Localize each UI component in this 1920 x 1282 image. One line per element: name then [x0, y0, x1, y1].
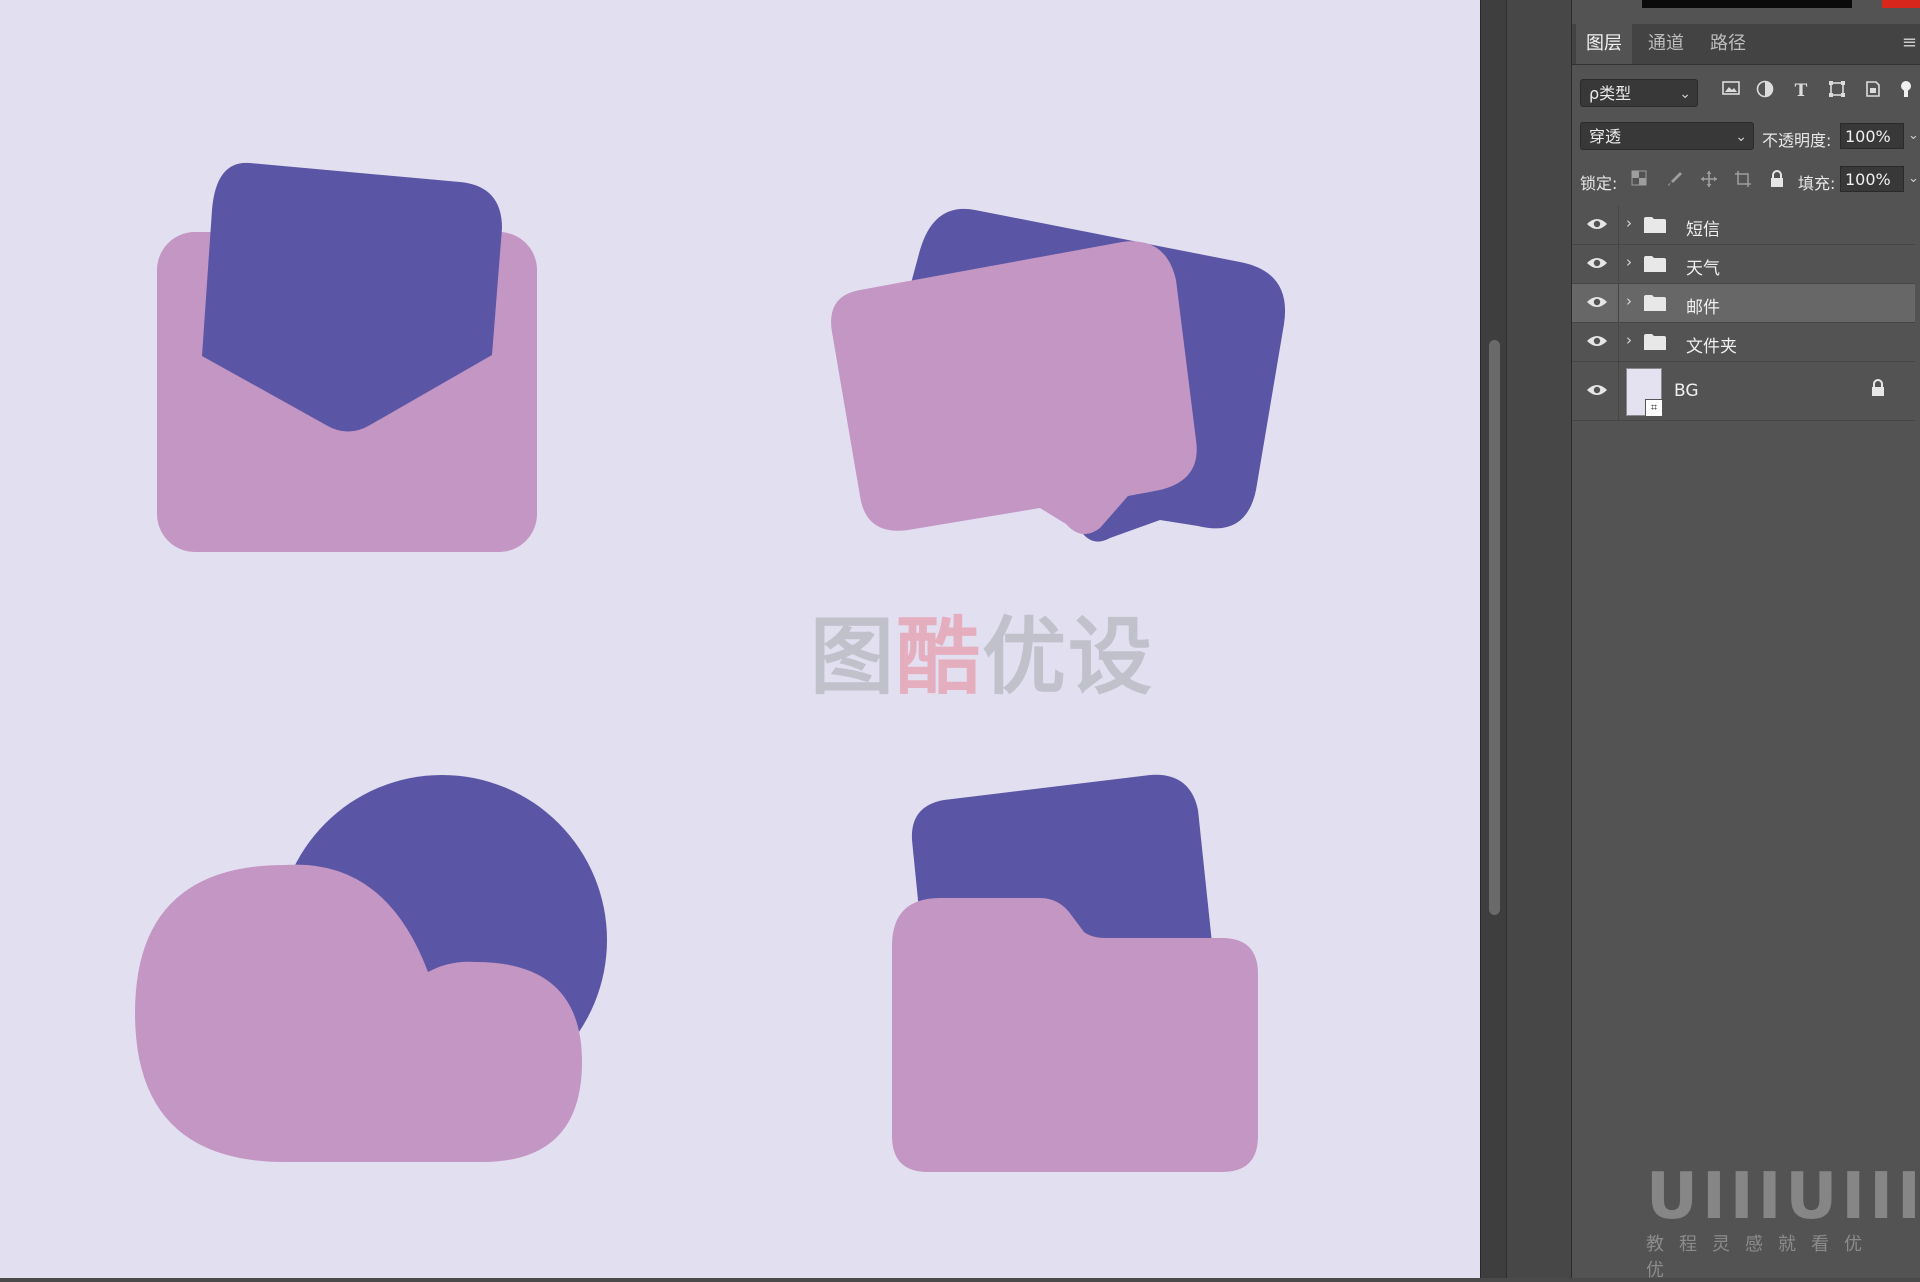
expand-chevron-icon[interactable]: › — [1626, 253, 1632, 271]
opacity-label: 不透明度: — [1762, 127, 1831, 151]
expand-chevron-icon[interactable]: › — [1626, 214, 1632, 232]
layer-name: 天气 — [1686, 254, 1720, 279]
chat-bubble-front — [831, 241, 1197, 534]
lock-transparent-pixels-icon[interactable] — [1628, 170, 1650, 192]
lock-position-icon[interactable] — [1698, 170, 1720, 192]
weather-icon-artwork — [135, 775, 607, 1162]
mail-icon-artwork — [157, 163, 537, 552]
type-filter-icon[interactable]: T — [1790, 80, 1812, 102]
tab-channels[interactable]: 通道 — [1638, 24, 1694, 64]
expand-chevron-icon[interactable]: › — [1626, 292, 1632, 310]
layer-thumbnail: ⌗ — [1626, 368, 1662, 416]
layer-name: 短信 — [1686, 215, 1720, 240]
panel-tabs: 图层 通道 路径 ≡ — [1572, 24, 1920, 65]
layer-row-weather[interactable]: › 天气 — [1572, 245, 1915, 284]
visibility-eye-icon[interactable] — [1586, 382, 1608, 402]
watermark: 图酷优设 — [810, 590, 1154, 711]
layer-divider — [1618, 362, 1619, 420]
panel-dock-gutter — [1506, 0, 1571, 1278]
chat-icon-artwork — [831, 209, 1285, 542]
layer-name: BG — [1674, 381, 1699, 401]
layers-panel: 图层 通道 路径 ≡ ρ类型 ⌄ T 穿透 ⌄ 不透明度: 100% ⌄ 锁定: — [1571, 0, 1920, 1278]
layer-row-bg[interactable]: ⌗ BG — [1572, 362, 1915, 421]
brand-tagline: 教程灵感就看优优 — [1646, 1230, 1886, 1282]
watermark-char-3: 优设 — [982, 608, 1154, 706]
scrollbar-thumb[interactable] — [1489, 340, 1500, 915]
filter-toggle-icon[interactable] — [1896, 80, 1916, 102]
smart-object-badge-icon: ⌗ — [1645, 399, 1663, 417]
folder-icon — [1644, 217, 1666, 233]
brand-watermark: UIIIUIII 教程灵感就看优优 — [1646, 1160, 1886, 1260]
layer-row-mail[interactable]: › 邮件 — [1572, 284, 1915, 323]
brand-logo: UIIIUIII — [1646, 1160, 1920, 1234]
visibility-eye-icon[interactable] — [1586, 216, 1608, 236]
lock-all-icon[interactable] — [1766, 170, 1788, 192]
color-bar — [1642, 0, 1852, 8]
smart-object-filter-icon[interactable] — [1862, 80, 1884, 102]
layer-divider — [1618, 245, 1619, 283]
shape-filter-icon[interactable] — [1826, 80, 1848, 102]
fill-label: 填充: — [1798, 170, 1835, 194]
layer-divider — [1618, 284, 1619, 322]
visibility-eye-icon[interactable] — [1586, 333, 1608, 353]
layer-filter-label: ρ类型 — [1589, 84, 1631, 103]
layer-lock-icon[interactable] — [1870, 379, 1890, 401]
opacity-chevron-icon[interactable]: ⌄ — [1908, 128, 1919, 143]
folder-icon — [1644, 334, 1666, 350]
blend-mode-select[interactable]: 穿透 ⌄ — [1580, 122, 1754, 150]
layer-divider — [1618, 323, 1619, 361]
tab-layers[interactable]: 图层 — [1576, 24, 1632, 64]
folder-front — [892, 898, 1258, 1172]
layer-filter-select[interactable]: ρ类型 ⌄ — [1580, 79, 1698, 107]
panel-menu-icon[interactable]: ≡ — [1902, 32, 1917, 53]
layer-row-folder[interactable]: › 文件夹 — [1572, 323, 1915, 362]
blend-mode-value: 穿透 — [1589, 127, 1621, 146]
folder-icon-artwork — [892, 775, 1258, 1172]
folder-icon — [1644, 295, 1666, 311]
layer-name: 文件夹 — [1686, 332, 1737, 357]
opacity-field[interactable]: 100% — [1840, 123, 1904, 149]
lock-label: 锁定: — [1580, 170, 1617, 194]
document-canvas[interactable]: 图酷优设 — [0, 0, 1480, 1278]
watermark-char-2: 酷 — [896, 608, 982, 706]
lock-image-pixels-icon[interactable] — [1664, 170, 1686, 192]
fill-chevron-icon[interactable]: ⌄ — [1908, 171, 1919, 186]
lock-artboard-icon[interactable] — [1732, 170, 1754, 192]
layer-divider — [1618, 206, 1619, 244]
visibility-eye-icon[interactable] — [1586, 294, 1608, 314]
image-filter-icon[interactable] — [1720, 80, 1742, 102]
tab-paths[interactable]: 路径 — [1700, 24, 1756, 64]
visibility-eye-icon[interactable] — [1586, 255, 1608, 275]
layer-row-sms[interactable]: › 短信 — [1572, 206, 1915, 245]
layer-name: 邮件 — [1686, 293, 1720, 318]
expand-chevron-icon[interactable]: › — [1626, 331, 1632, 349]
adjustment-filter-icon[interactable] — [1754, 80, 1776, 102]
vertical-scrollbar[interactable] — [1480, 0, 1507, 1278]
watermark-char-1: 图 — [810, 608, 896, 706]
chevron-down-icon: ⌄ — [1679, 80, 1691, 108]
color-swatch-red — [1882, 0, 1920, 8]
chevron-down-icon: ⌄ — [1735, 123, 1747, 151]
fill-field[interactable]: 100% — [1840, 166, 1904, 192]
folder-icon — [1644, 256, 1666, 272]
canvas-artwork — [0, 0, 1480, 1278]
